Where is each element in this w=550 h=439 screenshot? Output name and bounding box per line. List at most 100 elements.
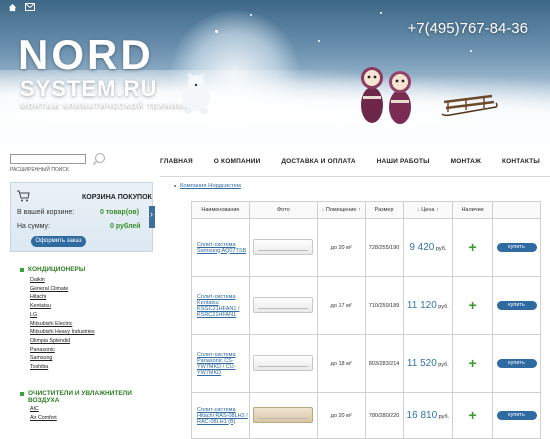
product-photo-cell: [248, 334, 318, 393]
nav-home[interactable]: ГЛАВНАЯ: [160, 158, 193, 165]
category-title-conditioners[interactable]: КОНДИЦИОНЕРЫ: [28, 266, 85, 273]
category-list-conditioners: Daikin General Climate Hitachi Kentatsu …: [30, 276, 94, 372]
star: [215, 30, 218, 33]
category-list-purifiers: AIC Air Comfort: [30, 405, 57, 422]
product-size: 803/283/214: [364, 334, 404, 393]
in-stock-plus-icon: +: [468, 296, 477, 313]
cart-sum-label: На сумму:: [17, 223, 50, 230]
phone-number: +7(495)767-84-36: [407, 20, 528, 37]
product-link[interactable]: Сплит-система Hitachi RAS-08LH2 / RAC-08…: [197, 407, 248, 425]
buy-button[interactable]: купить: [496, 411, 537, 420]
product-price: 11 520: [406, 358, 437, 369]
header-banner: NORD SYSTEM.RU МОНТАЖ КЛИМАТИЧЕСКОЙ ТЕХН…: [0, 0, 550, 148]
table-row: Сплит-система Hitachi RAS-08LH2 / RAC-08…: [191, 392, 541, 439]
home-icon[interactable]: [8, 3, 17, 12]
main-nav: ГЛАВНАЯ О КОМПАНИИ ДОСТАВКА И ОПЛАТА НАШ…: [160, 158, 550, 165]
sort-down-icon[interactable]: ↓: [322, 207, 325, 213]
product-link[interactable]: Сплит-система Samsung AQ07TSB: [197, 242, 246, 254]
col-area[interactable]: ↓ Помещение ↑: [316, 201, 366, 219]
brand-link[interactable]: Kentatsu: [30, 302, 94, 311]
tagline: МОНТАЖ КЛИМАТИЧЕСКОЙ ТЕХНИКИ: [20, 101, 190, 110]
buy-cell: купить: [492, 276, 541, 335]
brand-link[interactable]: Air Comfort: [30, 414, 57, 423]
product-currency: руб.: [435, 246, 447, 252]
product-photo-cell: [248, 392, 318, 439]
brand-link[interactable]: Olimpia Splendid: [30, 337, 94, 346]
availability-cell: +: [452, 218, 494, 277]
nav-works[interactable]: НАШИ РАБОТЫ: [377, 158, 430, 165]
nav-installation[interactable]: МОНТАЖ: [451, 158, 482, 165]
product-photo[interactable]: [253, 296, 314, 313]
product-area: до 20 м²: [316, 218, 366, 277]
product-size: 780/280/220: [364, 392, 404, 439]
brand-link[interactable]: LG: [30, 311, 94, 320]
star: [470, 50, 472, 52]
product-name[interactable]: Сплит-система Hitachi RAS-08LH2 / RAC-08…: [191, 392, 250, 439]
logo-nord[interactable]: NORD: [18, 34, 154, 76]
search-input[interactable]: [10, 154, 86, 164]
star: [250, 14, 252, 16]
search-icon[interactable]: [92, 152, 106, 166]
nav-contacts[interactable]: КОНТАКТЫ: [502, 158, 540, 165]
buy-button[interactable]: купить: [496, 243, 537, 252]
category-title-purifiers[interactable]: ОЧИСТИТЕЛИ И УВЛАЖНИТЕЛИ ВОЗДУХА: [28, 390, 148, 404]
sort-down-icon[interactable]: ↓: [417, 207, 420, 213]
cart-icon: [17, 190, 30, 202]
availability-cell: +: [452, 276, 494, 335]
table-row: Сплит-система Panasonic CS-YW7MKD / CU-Y…: [191, 334, 541, 393]
eskimo-kids-illustration: [361, 67, 411, 124]
product-photo[interactable]: [253, 238, 314, 255]
product-currency: руб.: [438, 414, 450, 420]
sort-up-icon[interactable]: ↑: [358, 207, 361, 213]
product-currency: руб.: [438, 304, 449, 310]
mail-icon[interactable]: [25, 3, 35, 11]
product-name[interactable]: Сплит-система Panasonic CS-YW7MKD / CU-Y…: [191, 334, 250, 393]
nav-delivery[interactable]: ДОСТАВКА И ОПЛАТА: [281, 158, 355, 165]
brand-link[interactable]: Toshiba: [30, 363, 94, 372]
availability-cell: +: [452, 334, 494, 393]
product-name[interactable]: Сплит-система Samsung AQ07TSB: [191, 218, 250, 277]
sort-up-icon[interactable]: ↑: [436, 207, 439, 213]
availability-cell: +: [452, 392, 494, 439]
star: [380, 12, 382, 14]
breadcrumb[interactable]: Компания Нордсистем: [180, 183, 241, 189]
product-currency: руб.: [438, 362, 449, 368]
product-name[interactable]: Сплит-система Kentatsu KSGC21HFAN1 / KSR…: [191, 276, 250, 335]
buy-button[interactable]: купить: [496, 359, 537, 368]
product-photo[interactable]: [253, 354, 314, 371]
checkout-button[interactable]: Оформить заказ: [31, 236, 86, 247]
advanced-search-link[interactable]: РАСШИРЕННЫЙ ПОИСК: [10, 167, 69, 173]
nav-about[interactable]: О КОМПАНИИ: [214, 158, 261, 165]
brand-link[interactable]: Hitachi: [30, 293, 94, 302]
product-price: 11 120: [406, 300, 437, 311]
product-area: до 18 м²: [316, 334, 366, 393]
product-price-cell: 16 810 руб.: [402, 392, 454, 439]
nav-divider: [160, 176, 550, 177]
col-availability: Наличие: [452, 201, 494, 219]
col-buy: [492, 201, 541, 219]
brand-link[interactable]: Daikin: [30, 276, 94, 285]
buy-cell: купить: [492, 392, 541, 439]
product-price-cell: 11 120 руб.: [402, 276, 454, 335]
cart-title: КОРЗИНА ПОКУПОК: [82, 194, 152, 201]
brand-link[interactable]: Mitsubishi Electric: [30, 320, 94, 329]
product-photo[interactable]: [253, 406, 314, 423]
brand-link[interactable]: Panasonic: [30, 346, 94, 355]
col-area-label: Помещение: [325, 207, 357, 213]
product-link[interactable]: Сплит-система Panasonic CS-YW7MKD / CU-Y…: [197, 352, 236, 376]
brand-link[interactable]: AIC: [30, 405, 57, 414]
table-row: Сплит-система Samsung AQ07TSB до 20 м² 728…: [191, 218, 541, 277]
logo-system[interactable]: SYSTEM.RU: [20, 76, 157, 102]
brand-link[interactable]: Mitsubishi Heavy Industries: [30, 328, 94, 337]
brand-link[interactable]: Samsung: [30, 354, 94, 363]
product-price: 16 810: [406, 410, 438, 421]
product-link[interactable]: Сплит-система Kentatsu KSGC21HFAN1 / KSR…: [197, 294, 240, 318]
product-size: 728/255/190: [364, 218, 404, 277]
product-area: до 20 м²: [316, 392, 366, 439]
col-price[interactable]: ↓ Цена ↑: [402, 201, 454, 219]
buy-button[interactable]: купить: [496, 301, 537, 310]
product-photo-cell: [248, 276, 318, 335]
cart-items-label: В вашей корзине:: [17, 209, 75, 216]
in-stock-plus-icon: +: [468, 238, 477, 255]
brand-link[interactable]: General Climate: [30, 285, 94, 294]
